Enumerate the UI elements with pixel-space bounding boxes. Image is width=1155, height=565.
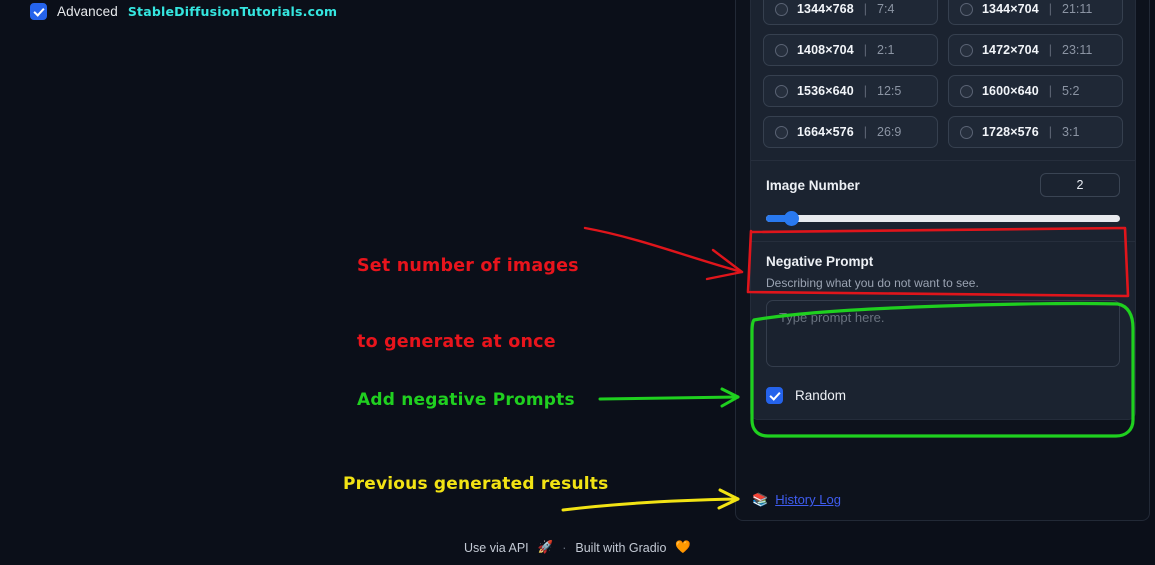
advanced-toggle-row: Advanced StableDiffusionTutorials.com	[30, 0, 337, 22]
resolution-dimensions: 1344×768	[797, 2, 854, 16]
resolution-ratio: 26:9	[877, 125, 902, 139]
resolution-separator: |	[1048, 2, 1053, 16]
site-watermark: StableDiffusionTutorials.com	[127, 3, 338, 19]
use-via-api-link[interactable]: Use via API	[464, 541, 529, 555]
radio-icon[interactable]	[960, 84, 973, 98]
resolution-ratio: 12:5	[877, 84, 902, 98]
resolution-dimensions: 1408×704	[797, 43, 854, 57]
resolution-separator: |	[1048, 125, 1053, 139]
resolution-dimensions: 1344×704	[982, 2, 1039, 16]
negative-prompt-description: Describing what you do not want to see.	[766, 276, 979, 290]
resolution-option[interactable]: 1344×704 | 21:11	[948, 0, 1123, 25]
annotation-yellow-arrow	[561, 497, 740, 512]
annotation-red-arrow	[583, 226, 744, 274]
gradio-heart-icon: 🧡	[675, 540, 691, 554]
resolution-option[interactable]: 1664×576 | 26:9	[763, 116, 938, 148]
resolution-dimensions: 1600×640	[982, 84, 1039, 98]
resolution-ratio: 7:4	[877, 2, 895, 16]
negative-prompt-title: Negative Prompt	[766, 254, 874, 269]
books-icon: 📚	[752, 492, 769, 507]
radio-icon[interactable]	[960, 125, 973, 139]
radio-icon[interactable]	[775, 43, 788, 57]
image-number-section: Image Number 2	[751, 161, 1135, 241]
resolution-ratio: 5:2	[1062, 84, 1080, 98]
image-number-label: Image Number	[766, 177, 860, 193]
advanced-label: Advanced	[57, 3, 118, 19]
resolution-ratio: 23:11	[1062, 43, 1093, 57]
resolution-dimensions: 1472×704	[982, 43, 1039, 57]
resolution-grid: 1216×832 | 19:13 1280×768 | 5:3 1344×768…	[751, 0, 1135, 160]
resolution-separator: |	[1048, 84, 1053, 98]
resolution-option[interactable]: 1600×640 | 5:2	[948, 75, 1123, 107]
app-root: Advanced StableDiffusionTutorials.com 12…	[0, 0, 1155, 565]
settings-panel: 1216×832 | 19:13 1280×768 | 5:3 1344×768…	[735, 0, 1150, 521]
rocket-icon: 🚀	[537, 540, 554, 554]
history-log-link[interactable]: History Log	[775, 492, 841, 507]
radio-icon[interactable]	[960, 2, 973, 16]
resolution-dimensions: 1536×640	[797, 84, 854, 98]
footer: Use via API 🚀 · Built with Gradio 🧡	[0, 540, 1155, 555]
negative-prompt-input[interactable]: Type prompt here.	[766, 300, 1120, 367]
built-with-gradio-link[interactable]: Built with Gradio	[575, 541, 666, 555]
resolution-option[interactable]: 1472×704 | 23:11	[948, 34, 1123, 66]
resolution-ratio: 21:11	[1062, 2, 1093, 16]
slider-track[interactable]	[766, 215, 1120, 222]
negative-prompt-section: Negative Prompt Describing what you do n…	[751, 242, 1135, 381]
resolution-separator: |	[863, 2, 868, 16]
annotation-yellow-text: Previous generated results	[343, 474, 609, 494]
image-number-slider[interactable]	[766, 210, 1120, 226]
annotation-red-line1: Set number of images	[357, 255, 579, 276]
resolution-option[interactable]: 1344×768 | 7:4	[763, 0, 938, 25]
image-number-row: Image Number 2	[766, 173, 1120, 197]
radio-icon[interactable]	[775, 2, 788, 16]
resolution-option[interactable]: 1728×576 | 3:1	[948, 116, 1123, 148]
resolution-dimensions: 1664×576	[797, 125, 854, 139]
annotation-green-text: Add negative Prompts	[357, 390, 575, 410]
resolution-separator: |	[1048, 43, 1053, 57]
footer-separator: ·	[562, 540, 567, 555]
annotation-red-line2: to generate at once	[357, 331, 556, 352]
annotation-green-arrow	[598, 395, 740, 401]
random-label: Random	[795, 388, 847, 403]
resolution-separator: |	[863, 43, 868, 57]
settings-panel-body: 1216×832 | 19:13 1280×768 | 5:3 1344×768…	[750, 0, 1136, 420]
resolution-option[interactable]: 1408×704 | 2:1	[763, 34, 938, 66]
resolution-option[interactable]: 1536×640 | 12:5	[763, 75, 938, 107]
advanced-checkbox[interactable]	[30, 2, 47, 20]
radio-icon[interactable]	[775, 125, 788, 139]
slider-thumb[interactable]	[784, 210, 799, 226]
resolution-separator: |	[863, 125, 868, 139]
history-log-row: 📚 History Log	[752, 492, 841, 507]
random-row: Random	[751, 381, 1135, 419]
image-number-input[interactable]: 2	[1040, 173, 1120, 197]
annotation-red-text: Set number of images to generate at once	[357, 203, 579, 406]
resolution-separator: |	[863, 84, 868, 98]
resolution-dimensions: 1728×576	[982, 125, 1039, 139]
radio-icon[interactable]	[775, 84, 788, 98]
resolution-ratio: 2:1	[877, 43, 895, 57]
random-checkbox[interactable]	[766, 387, 783, 404]
resolution-ratio: 3:1	[1062, 125, 1080, 139]
radio-icon[interactable]	[960, 43, 973, 57]
